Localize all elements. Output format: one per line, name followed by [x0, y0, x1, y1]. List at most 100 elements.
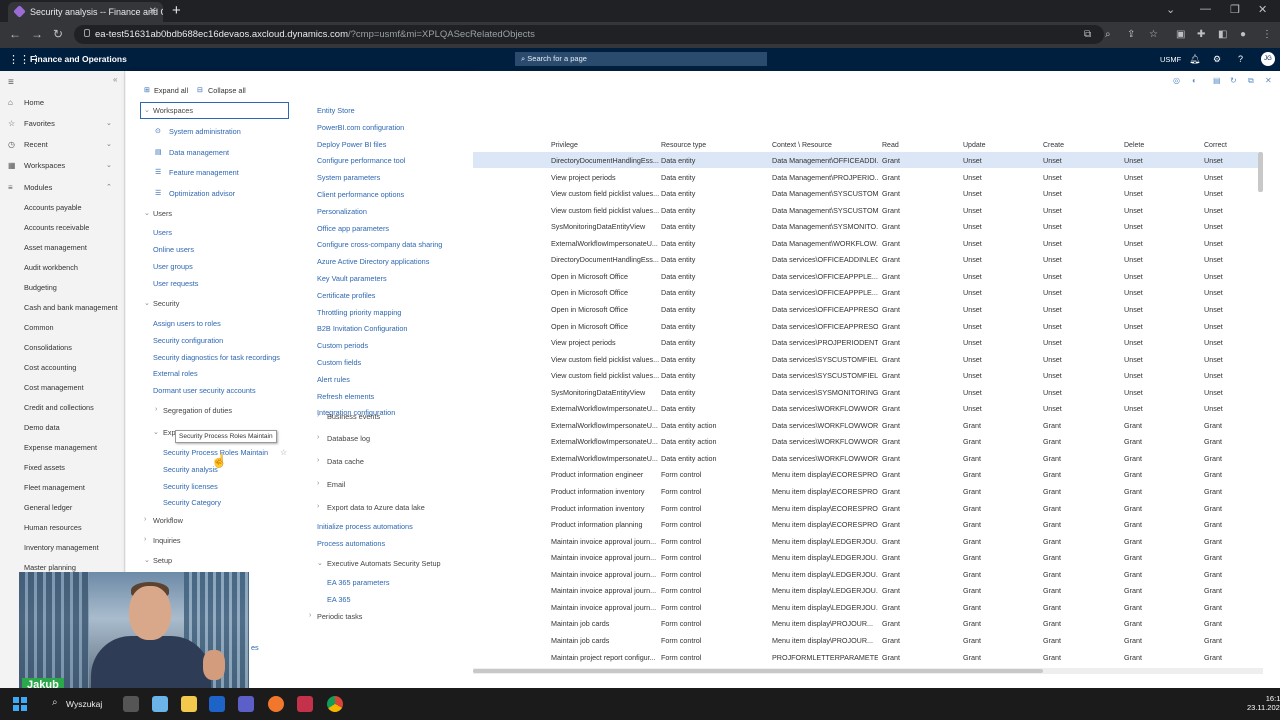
menu-link[interactable]: Configure performance tool: [317, 156, 405, 165]
forward-icon[interactable]: →: [31, 27, 43, 41]
menu-link[interactable]: System parameters: [317, 173, 380, 182]
module-item[interactable]: Cash and bank management: [24, 303, 118, 312]
workspace-link[interactable]: System administration: [169, 127, 241, 136]
company-picker[interactable]: USMF: [1160, 55, 1181, 64]
menu-link[interactable]: External roles: [153, 369, 198, 378]
chevron-right-icon[interactable]: ›: [317, 503, 319, 510]
taskbar-search[interactable]: Wyszukaj: [66, 699, 102, 709]
menu-link[interactable]: Deploy Power BI files: [317, 140, 386, 149]
url-text[interactable]: ea-test51631ab0bdb688ec16devaos.axcloud.…: [95, 29, 535, 40]
menu-link[interactable]: EA 365: [327, 595, 351, 604]
column-header[interactable]: Read: [882, 142, 899, 149]
chevron-down-icon[interactable]: ⌄: [153, 428, 159, 436]
column-header[interactable]: Context \ Resource: [772, 142, 832, 149]
menu-link[interactable]: es: [251, 643, 259, 652]
chat-icon[interactable]: ▤: [1213, 76, 1221, 85]
group-expanded[interactable]: Exp: [163, 428, 176, 437]
office-icon[interactable]: ◐: [1192, 76, 1197, 85]
avatar[interactable]: JG: [1261, 52, 1275, 66]
menu-link[interactable]: Security configuration: [153, 336, 223, 345]
app-icon[interactable]: [268, 696, 284, 712]
share-icon[interactable]: ⇪: [1127, 29, 1135, 40]
menu-link[interactable]: Assign users to roles: [153, 319, 221, 328]
menu-link[interactable]: Custom periods: [317, 341, 368, 350]
minimize-icon[interactable]: —: [1200, 3, 1211, 15]
window-close-icon[interactable]: ✕: [1258, 3, 1267, 16]
group-workflow[interactable]: Workflow: [153, 516, 183, 525]
chevron-right-icon[interactable]: ›: [144, 516, 146, 523]
menu-link[interactable]: Security diagnostics for task recordings: [153, 353, 280, 362]
taskview-icon[interactable]: [123, 696, 139, 712]
back-icon[interactable]: ←: [9, 27, 21, 41]
menu-link[interactable]: Refresh elements: [317, 392, 374, 401]
module-item[interactable]: Cost management: [24, 383, 84, 392]
module-item[interactable]: Fixed assets: [24, 463, 65, 472]
menu-link[interactable]: PowerBI.com configuration: [317, 123, 404, 132]
workspace-link[interactable]: Feature management: [169, 168, 239, 177]
collapse-all-button[interactable]: Collapse all: [208, 86, 246, 95]
windows-start-icon[interactable]: [13, 697, 27, 711]
menu-link[interactable]: Azure Active Directory applications: [317, 257, 429, 266]
menu-group[interactable]: Executive Automats Security Setup: [327, 559, 441, 568]
menu-link[interactable]: Client performance options: [317, 190, 404, 199]
module-item[interactable]: Cost accounting: [24, 363, 76, 372]
menu-group[interactable]: Business events: [327, 412, 380, 421]
menu-link[interactable]: Alert rules: [317, 375, 350, 384]
nav-item-modules[interactable]: Modules: [24, 183, 52, 192]
outlook-icon[interactable]: [209, 696, 225, 712]
chevron-up-icon[interactable]: ⌃: [106, 183, 112, 191]
module-item[interactable]: Asset management: [24, 243, 87, 252]
menu-link[interactable]: Custom fields: [317, 358, 361, 367]
group-inquiries[interactable]: Inquiries: [153, 536, 181, 545]
person-icon[interactable]: ●: [1240, 29, 1246, 40]
lock-icon[interactable]: [84, 29, 90, 37]
menu-link[interactable]: Users: [153, 228, 172, 237]
hamburger-icon[interactable]: ≡: [8, 77, 14, 88]
chevron-right-icon[interactable]: ›: [309, 612, 311, 619]
menu-group[interactable]: Email: [327, 480, 345, 489]
nav-item-workspaces[interactable]: Workspaces: [24, 161, 65, 170]
search-input[interactable]: ⌕ Search for a page: [515, 52, 767, 66]
chevron-down-icon[interactable]: ⌄: [106, 119, 112, 127]
maximize-icon[interactable]: ❐: [1230, 3, 1240, 16]
menu-group[interactable]: Periodic tasks: [317, 612, 362, 621]
group-security[interactable]: Security: [153, 299, 179, 308]
menu-link[interactable]: Key Vault parameters: [317, 274, 387, 283]
menu-group[interactable]: Database log: [327, 434, 370, 443]
new-tab-button[interactable]: +: [172, 2, 181, 19]
vertical-scrollbar[interactable]: [1258, 152, 1263, 192]
menu-link[interactable]: Throttling priority mapping: [317, 308, 401, 317]
module-item[interactable]: Master planning: [24, 563, 76, 572]
menu-link[interactable]: Initialize process automations: [317, 522, 413, 531]
screen-recorder-icon[interactable]: [297, 696, 313, 712]
chevron-down-icon[interactable]: ⌄: [106, 140, 112, 148]
browser-tab[interactable]: Security analysis -- Finance and O ✕: [8, 2, 163, 22]
workspace-link[interactable]: Optimization advisor: [169, 189, 235, 198]
module-item[interactable]: General ledger: [24, 503, 72, 512]
module-item[interactable]: Budgeting: [24, 283, 57, 292]
kebab-menu-icon[interactable]: ⋮: [1262, 29, 1272, 40]
menu-link[interactable]: B2B Invitation Configuration: [317, 324, 407, 333]
module-item[interactable]: Credit and collections: [24, 403, 94, 412]
module-item[interactable]: Expense management: [24, 443, 97, 452]
bookmark-star-icon[interactable]: ☆: [1149, 29, 1158, 40]
column-header[interactable]: Correct: [1204, 142, 1227, 149]
menu-link[interactable]: Office app parameters: [317, 224, 389, 233]
column-header[interactable]: Create: [1043, 142, 1064, 149]
group-workspaces[interactable]: Workspaces: [153, 106, 193, 115]
menu-link[interactable]: Certificate profiles: [317, 291, 375, 300]
column-header[interactable]: Update: [963, 142, 986, 149]
nav-item-favorites[interactable]: Favorites: [24, 119, 55, 128]
module-item[interactable]: Inventory management: [24, 543, 99, 552]
module-item[interactable]: Fleet management: [24, 483, 85, 492]
refresh-icon[interactable]: ↻: [1230, 76, 1237, 85]
workspace-link[interactable]: Data management: [169, 148, 229, 157]
module-item[interactable]: Accounts receivable: [24, 223, 89, 232]
menu-group[interactable]: Data cache: [327, 457, 364, 466]
chevron-down-icon[interactable]: ⌄: [1166, 3, 1175, 16]
expand-all-button[interactable]: Expand all: [154, 86, 188, 95]
menu-link[interactable]: Dormant user security accounts: [153, 386, 256, 395]
chevron-down-icon[interactable]: ⌄: [144, 106, 150, 114]
translate-icon[interactable]: ⧉: [1084, 29, 1091, 40]
menu-link[interactable]: Security licenses: [163, 482, 218, 491]
